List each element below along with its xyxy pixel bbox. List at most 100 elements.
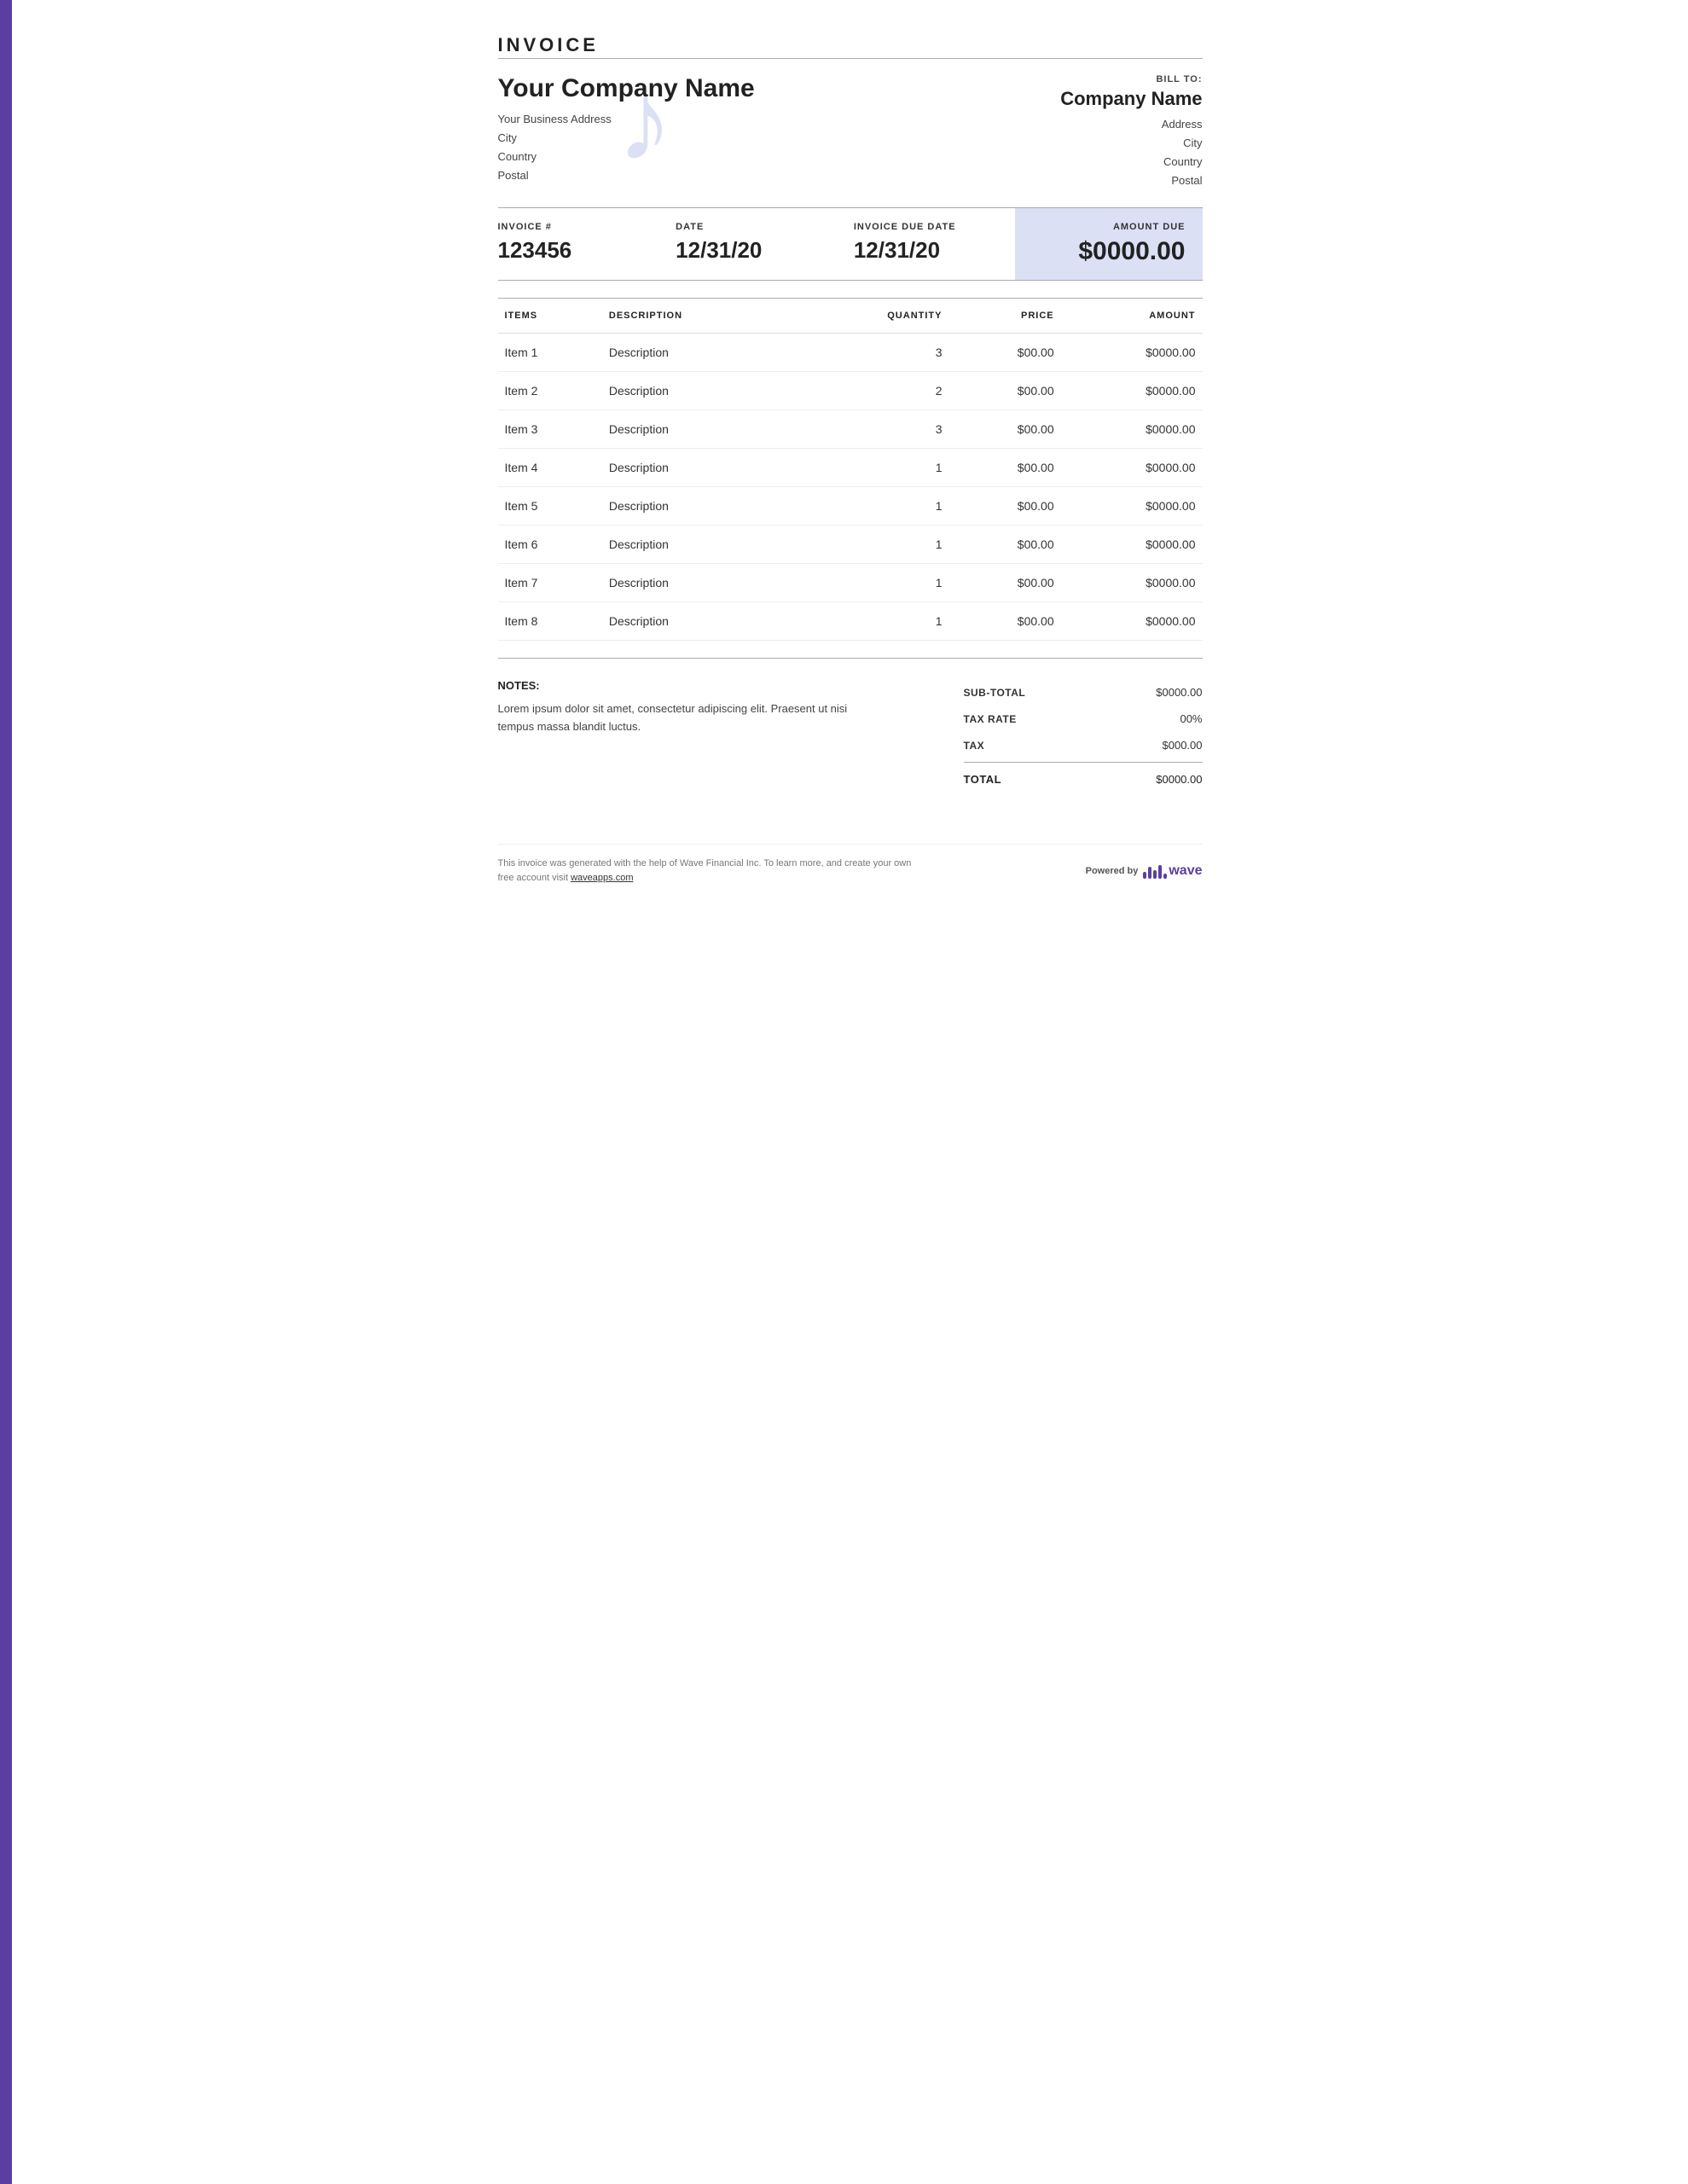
item-desc-2: Description — [602, 410, 797, 449]
powered-by-text: Powered by — [1086, 866, 1139, 876]
date-block: DATE 12/31/20 — [658, 222, 837, 266]
wave-bar-1 — [1143, 872, 1146, 879]
notes-text: Lorem ipsum dolor sit amet, consectetur … — [498, 700, 885, 736]
item-amount-1: $0000.00 — [1061, 372, 1203, 410]
table-row: Item 4 Description 1 $00.00 $0000.00 — [498, 449, 1203, 487]
company-name: Your Company Name — [498, 74, 1032, 103]
table-row: Item 1 Description 3 $00.00 $0000.00 — [498, 334, 1203, 372]
items-body: Item 1 Description 3 $00.00 $0000.00 Ite… — [498, 334, 1203, 641]
date-label: DATE — [676, 222, 820, 232]
footer-link[interactable]: waveapps.com — [571, 873, 633, 883]
company-left: ♪ Your Company Name Your Business Addres… — [498, 74, 1032, 185]
notes-label: NOTES: — [498, 679, 885, 692]
table-row: Item 5 Description 1 $00.00 $0000.00 — [498, 487, 1203, 526]
due-date-label: INVOICE DUE DATE — [854, 222, 998, 232]
wave-bar-4 — [1158, 865, 1162, 879]
amount-due-block: AMOUNT DUE $0000.00 — [1015, 208, 1203, 280]
item-name-1: Item 2 — [498, 372, 602, 410]
item-name-6: Item 7 — [498, 564, 602, 602]
col-quantity: QUANTITY — [797, 299, 949, 334]
item-price-1: $00.00 — [948, 372, 1060, 410]
item-price-3: $00.00 — [948, 449, 1060, 487]
amount-due-value: $0000.00 — [1032, 237, 1186, 266]
item-name-5: Item 6 — [498, 526, 602, 564]
item-qty-7: 1 — [797, 602, 949, 641]
footer-text: This invoice was generated with the help… — [498, 857, 921, 885]
header-section: ♪ Your Company Name Your Business Addres… — [498, 74, 1203, 190]
item-qty-0: 3 — [797, 334, 949, 372]
subtotal-label: SUB-TOTAL — [964, 687, 1026, 699]
item-desc-6: Description — [602, 564, 797, 602]
wave-logo: Powered by wave — [1086, 863, 1203, 879]
bill-to-city: City — [1032, 134, 1203, 153]
item-amount-0: $0000.00 — [1061, 334, 1203, 372]
item-name-4: Item 5 — [498, 487, 602, 526]
wave-bar-5 — [1163, 874, 1167, 879]
col-items: ITEMS — [498, 299, 602, 334]
invoice-page: INVOICE ♪ Your Company Name Your Busines… — [455, 0, 1245, 910]
table-row: Item 2 Description 2 $00.00 $0000.00 — [498, 372, 1203, 410]
tax-rate-row: TAX RATE 00% — [964, 706, 1203, 732]
subtotal-value: $0000.00 — [1156, 686, 1202, 699]
bill-to-details: Address City Country Postal — [1032, 115, 1203, 190]
invoice-number-label: INVOICE # — [498, 222, 642, 232]
subtotal-row: SUB-TOTAL $0000.00 — [964, 679, 1203, 706]
item-qty-5: 1 — [797, 526, 949, 564]
item-name-7: Item 8 — [498, 602, 602, 641]
table-row: Item 8 Description 1 $00.00 $0000.00 — [498, 602, 1203, 641]
col-description: DESCRIPTION — [602, 299, 797, 334]
item-price-2: $00.00 — [948, 410, 1060, 449]
bill-to-company: Company Name — [1032, 88, 1203, 110]
item-desc-4: Description — [602, 487, 797, 526]
table-row: Item 6 Description 1 $00.00 $0000.00 — [498, 526, 1203, 564]
item-desc-3: Description — [602, 449, 797, 487]
total-final-row: TOTAL $0000.00 — [964, 766, 1203, 793]
invoice-number-value: 123456 — [498, 237, 642, 264]
company-city: City — [498, 129, 1032, 148]
item-price-7: $00.00 — [948, 602, 1060, 641]
company-address: Your Business Address — [498, 110, 1032, 129]
wave-bar-3 — [1153, 870, 1157, 879]
invoice-title: INVOICE — [498, 34, 1203, 59]
bill-to-section: BILL TO: Company Name Address City Count… — [1032, 74, 1203, 190]
tax-row: TAX $000.00 — [964, 732, 1203, 758]
item-price-5: $00.00 — [948, 526, 1060, 564]
wave-bar-2 — [1148, 867, 1151, 879]
tax-rate-label: TAX RATE — [964, 713, 1017, 725]
total-label: TOTAL — [964, 773, 1002, 786]
item-amount-5: $0000.00 — [1061, 526, 1203, 564]
total-divider — [964, 762, 1203, 763]
bill-to-address: Address — [1032, 115, 1203, 134]
item-desc-1: Description — [602, 372, 797, 410]
total-value: $0000.00 — [1156, 773, 1202, 786]
item-qty-4: 1 — [797, 487, 949, 526]
footer-section: NOTES: Lorem ipsum dolor sit amet, conse… — [498, 658, 1203, 793]
notes-block: NOTES: Lorem ipsum dolor sit amet, conse… — [498, 679, 885, 736]
items-section: ITEMS DESCRIPTION QUANTITY PRICE AMOUNT … — [498, 298, 1203, 641]
item-qty-2: 3 — [797, 410, 949, 449]
item-amount-2: $0000.00 — [1061, 410, 1203, 449]
item-amount-3: $0000.00 — [1061, 449, 1203, 487]
col-price: PRICE — [948, 299, 1060, 334]
invoice-meta-left: INVOICE # 123456 DATE 12/31/20 INVOICE D… — [498, 208, 1015, 280]
table-row: Item 7 Description 1 $00.00 $0000.00 — [498, 564, 1203, 602]
col-amount: AMOUNT — [1061, 299, 1203, 334]
wave-bars — [1143, 863, 1167, 879]
table-row: Item 3 Description 3 $00.00 $0000.00 — [498, 410, 1203, 449]
company-postal: Postal — [498, 166, 1032, 185]
item-amount-4: $0000.00 — [1061, 487, 1203, 526]
table-header-row: ITEMS DESCRIPTION QUANTITY PRICE AMOUNT — [498, 299, 1203, 334]
bill-to-label: BILL TO: — [1032, 74, 1203, 84]
tax-value: $000.00 — [1163, 739, 1203, 752]
item-price-6: $00.00 — [948, 564, 1060, 602]
due-date-block: INVOICE DUE DATE 12/31/20 — [837, 222, 1015, 266]
item-desc-7: Description — [602, 602, 797, 641]
date-value: 12/31/20 — [676, 237, 820, 264]
due-date-value: 12/31/20 — [854, 237, 998, 264]
item-desc-0: Description — [602, 334, 797, 372]
totals-block: SUB-TOTAL $0000.00 TAX RATE 00% TAX $000… — [964, 679, 1203, 793]
item-qty-3: 1 — [797, 449, 949, 487]
item-price-0: $00.00 — [948, 334, 1060, 372]
item-name-0: Item 1 — [498, 334, 602, 372]
invoice-meta-section: INVOICE # 123456 DATE 12/31/20 INVOICE D… — [498, 207, 1203, 281]
